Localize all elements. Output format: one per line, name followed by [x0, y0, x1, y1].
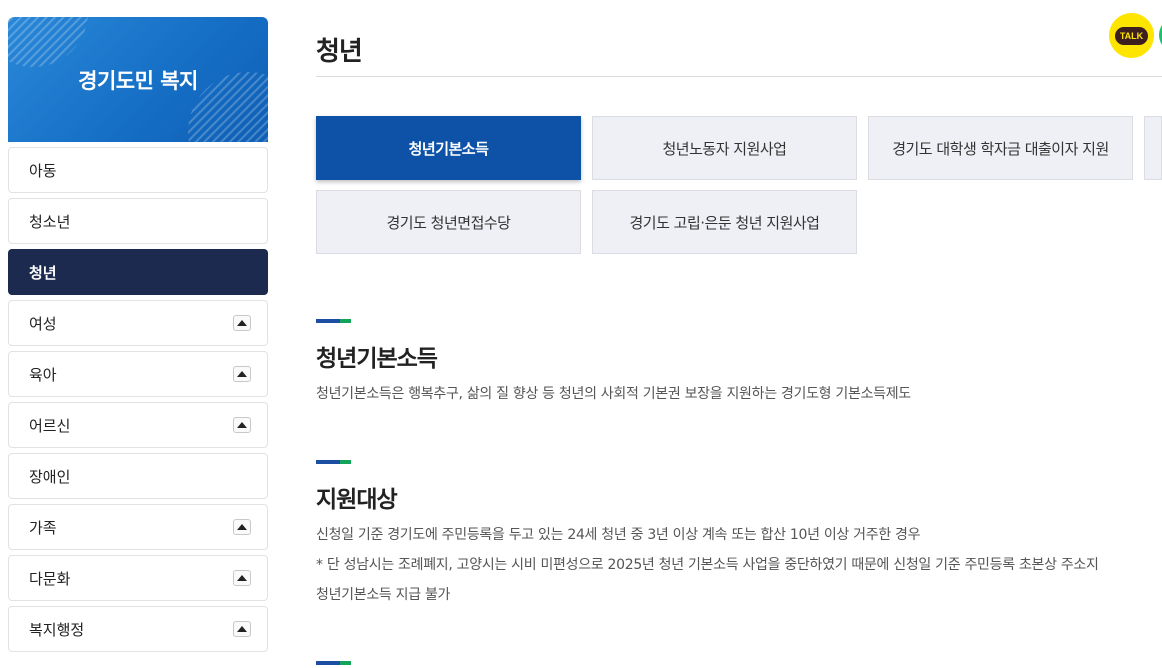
banner-decoration [188, 72, 268, 142]
expand-toggle-button[interactable] [233, 315, 251, 331]
section-target: 지원대상 신청일 기준 경기도에 주민등록을 두고 있는 24세 청년 중 3년… [316, 460, 1099, 610]
expand-toggle-button[interactable] [233, 570, 251, 586]
sidebar-item-teen[interactable]: 청소년 [8, 198, 268, 244]
sidebar-menu: 아동 청소년 청년 여성 육아 어르신 장애인 가족 다문화 복지행정 [8, 147, 268, 652]
sidebar-item-label: 여성 [29, 314, 57, 333]
caret-up-icon [237, 371, 247, 377]
sidebar-title: 경기도민 복지 [78, 68, 198, 93]
sidebar-item-label: 장애인 [29, 467, 71, 486]
expand-toggle-button[interactable] [233, 519, 251, 535]
sidebar-item-childcare[interactable]: 육아 [8, 351, 268, 397]
sidebar-banner: 경기도민 복지 [8, 17, 268, 142]
sidebar: 경기도민 복지 아동 청소년 청년 여성 육아 어르신 장애인 가족 다문화 복… [8, 17, 268, 652]
tab-student-loan-interest[interactable]: 경기도 대학생 학자금 대출이자 지원 [868, 116, 1133, 180]
sidebar-item-women[interactable]: 여성 [8, 300, 268, 346]
tab-youth-worker-support[interactable]: 청년노동자 지원사업 [592, 116, 857, 180]
sidebar-item-multicultural[interactable]: 다문화 [8, 555, 268, 601]
section-intro: 청년기본소득 청년기본소득은 행복추구, 삶의 질 향상 등 청년의 사회적 기… [316, 319, 911, 409]
sidebar-item-label: 청년 [29, 263, 57, 282]
section-title: 지원대상 [316, 487, 398, 513]
section-marker [316, 460, 351, 464]
section-note: * 단 성남시는 조례폐지, 고양시는 시비 미편성으로 2025년 청년 기본… [316, 557, 1099, 573]
sidebar-item-label: 가족 [29, 518, 57, 537]
sidebar-item-label: 다문화 [29, 569, 71, 588]
section-note: 청년기본소득 지급 불가 [316, 587, 451, 603]
expand-toggle-button[interactable] [233, 417, 251, 433]
sidebar-item-elderly[interactable]: 어르신 [8, 402, 268, 448]
banner-decoration [8, 17, 88, 67]
sidebar-item-disabled[interactable]: 장애인 [8, 453, 268, 499]
expand-toggle-button[interactable] [233, 366, 251, 382]
tab-overflow[interactable] [1144, 116, 1162, 180]
sidebar-item-label: 아동 [29, 161, 57, 180]
caret-up-icon [237, 524, 247, 530]
sidebar-item-family[interactable]: 가족 [8, 504, 268, 550]
sidebar-item-child[interactable]: 아동 [8, 147, 268, 193]
sidebar-item-label: 육아 [29, 365, 57, 384]
caret-up-icon [237, 422, 247, 428]
expand-toggle-button[interactable] [233, 621, 251, 637]
title-divider [316, 76, 1162, 77]
kakaotalk-icon: TALK [1114, 26, 1149, 45]
sidebar-item-label: 청소년 [29, 212, 71, 231]
caret-up-icon [237, 575, 247, 581]
sidebar-item-label: 어르신 [29, 416, 71, 435]
section-title: 청년기본소득 [316, 346, 438, 372]
page-title: 청년 [316, 37, 363, 68]
section-text: 청년기본소득은 행복추구, 삶의 질 향상 등 청년의 사회적 기본권 보장을 … [316, 386, 911, 402]
caret-up-icon [237, 626, 247, 632]
sidebar-item-youth[interactable]: 청년 [8, 249, 268, 295]
tab-interview-allowance[interactable]: 경기도 청년면접수당 [316, 190, 581, 254]
tab-youth-basic-income[interactable]: 청년기본소득 [316, 116, 581, 180]
section-text: 신청일 기준 경기도에 주민등록을 두고 있는 24세 청년 중 3년 이상 계… [316, 527, 921, 543]
section-marker [316, 661, 351, 665]
kakaotalk-share-button[interactable]: TALK [1109, 13, 1154, 58]
caret-up-icon [237, 320, 247, 326]
sidebar-item-label: 복지행정 [29, 620, 85, 639]
section-marker [316, 319, 351, 323]
section-next [316, 661, 351, 665]
tab-isolated-youth-support[interactable]: 경기도 고립·은둔 청년 지원사업 [592, 190, 857, 254]
sidebar-item-welfare-admin[interactable]: 복지행정 [8, 606, 268, 652]
